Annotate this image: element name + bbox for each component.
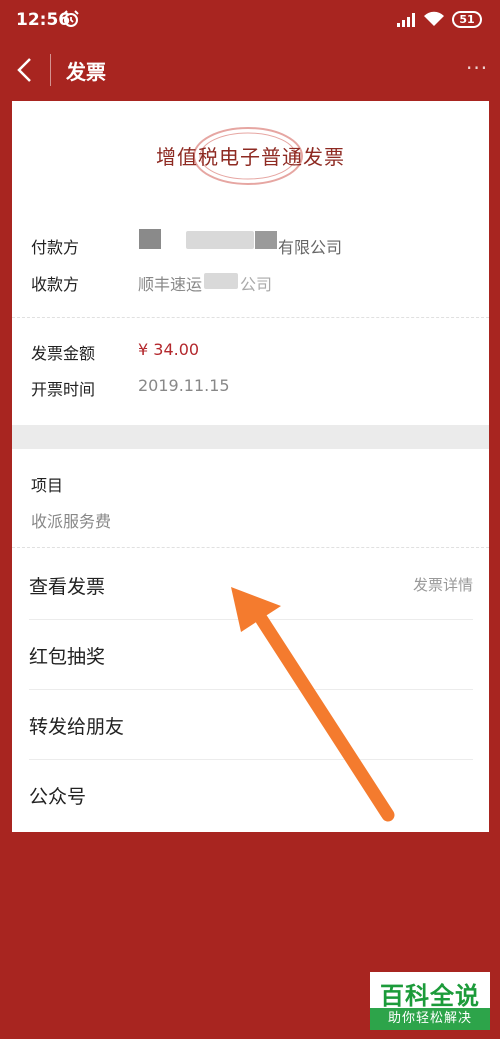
app-bar: 发票 ··· xyxy=(0,44,500,96)
page-title: 发票 xyxy=(66,60,106,84)
app-bar-divider xyxy=(50,54,51,86)
payer-label: 付款方 xyxy=(31,238,80,257)
redacted-block xyxy=(139,229,161,249)
forward-to-friend-item[interactable]: 转发给朋友 xyxy=(29,690,473,760)
item-value: 收派服务费 xyxy=(31,512,112,531)
battery-icon: 51 xyxy=(452,11,482,28)
watermark-subtitle: 助你轻松解决 xyxy=(370,1008,490,1030)
official-account-item[interactable]: 公众号 xyxy=(29,760,473,830)
card-scallop-edge xyxy=(12,827,489,832)
amount-value: ¥ 34.00 xyxy=(138,340,200,359)
menu-label: 查看发票 xyxy=(29,576,106,598)
wifi-icon xyxy=(423,11,445,32)
date-value: 2019.11.15 xyxy=(138,376,230,395)
redacted-block xyxy=(186,231,254,249)
amount-label: 发票金额 xyxy=(31,344,96,363)
watermark-logo: 百科全说 助你轻松解决 xyxy=(370,972,490,1030)
redacted-block xyxy=(255,231,277,249)
item-label: 项目 xyxy=(31,476,64,495)
watermark-title: 百科全说 xyxy=(380,982,480,1010)
invoice-card: 增值税电子普通发票 付款方 有限公司 收款方 顺丰速运 公司 发票金额 ¥ 34… xyxy=(12,101,489,832)
more-menu-button[interactable]: ··· xyxy=(466,56,488,80)
invoice-title: 增值税电子普通发票 xyxy=(156,145,345,169)
status-bar: 12:56 51 xyxy=(0,0,500,40)
view-invoice-item[interactable]: 查看发票 发票详情 xyxy=(29,550,473,620)
dashed-divider xyxy=(12,317,489,318)
menu-label: 红包抽奖 xyxy=(29,646,106,668)
payee-value-tail: 公司 xyxy=(240,275,273,294)
section-gap xyxy=(12,425,489,449)
invoice-details-link[interactable]: 发票详情 xyxy=(413,574,473,595)
payer-value: 有限公司 xyxy=(278,238,343,257)
back-button[interactable] xyxy=(14,56,38,84)
menu-label: 转发给朋友 xyxy=(29,716,125,738)
menu-label: 公众号 xyxy=(29,786,87,808)
payee-label: 收款方 xyxy=(31,275,80,294)
signal-icon xyxy=(397,12,417,32)
alarm-icon xyxy=(62,10,80,33)
date-label: 开票时间 xyxy=(31,380,96,399)
dashed-divider xyxy=(12,547,489,548)
redacted-block xyxy=(204,273,238,289)
red-packet-lottery-item[interactable]: 红包抽奖 xyxy=(29,620,473,690)
payee-value: 顺丰速运 xyxy=(138,275,203,294)
